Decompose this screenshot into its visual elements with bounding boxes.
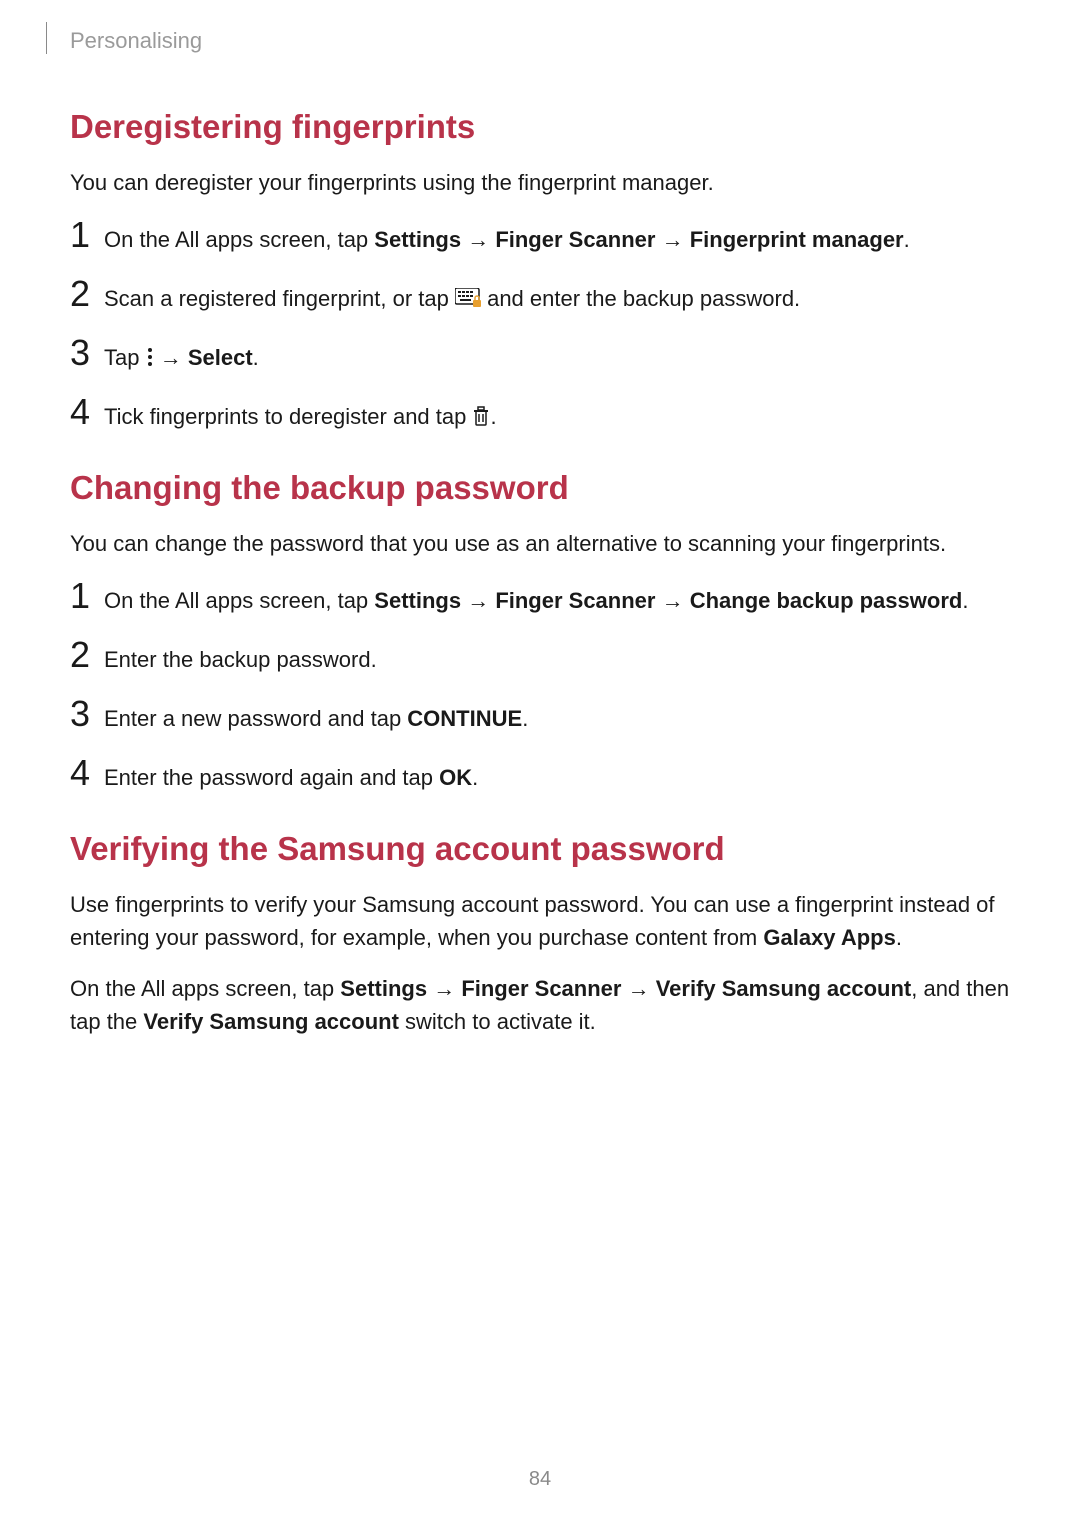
heading-changing-password: Changing the backup password: [70, 469, 1010, 507]
section-deregistering: Deregistering fingerprints You can dereg…: [70, 108, 1010, 433]
text: Enter a new password and tap: [104, 706, 407, 731]
step-number: 2: [70, 637, 104, 673]
text: switch to activate it.: [399, 1009, 596, 1034]
intro-changing-password: You can change the password that you use…: [70, 527, 1010, 560]
paragraph-1: Use fingerprints to verify your Samsung …: [70, 888, 1010, 954]
text: Enter the password again and tap: [104, 765, 439, 790]
breadcrumb-section: Personalising: [70, 28, 1010, 54]
arrow-text: →: [427, 976, 461, 1001]
step-item: 3 Enter a new password and tap CONTINUE.: [70, 696, 1010, 735]
bold-text: Finger Scanner: [461, 976, 621, 1001]
keyboard-lock-icon: [455, 288, 481, 308]
heading-verifying-samsung: Verifying the Samsung account password: [70, 830, 1010, 868]
bold-text: CONTINUE: [407, 706, 522, 731]
step-item: 2 Scan a registered fingerprint, or tap …: [70, 276, 1010, 315]
step-text: Tap → Select.: [104, 339, 259, 374]
text: On the All apps screen, tap: [104, 227, 374, 252]
step-number: 3: [70, 696, 104, 732]
text: and enter the backup password.: [481, 286, 800, 311]
trash-icon: [472, 406, 490, 426]
section-changing-password: Changing the backup password You can cha…: [70, 469, 1010, 794]
text: .: [904, 227, 910, 252]
step-text: On the All apps screen, tap Settings → F…: [104, 221, 910, 256]
step-item: 1 On the All apps screen, tap Settings →…: [70, 217, 1010, 256]
heading-deregistering: Deregistering fingerprints: [70, 108, 1010, 146]
section-verifying-samsung: Verifying the Samsung account password U…: [70, 830, 1010, 1038]
text: .: [522, 706, 528, 731]
text: Scan a registered fingerprint, or tap: [104, 286, 455, 311]
step-item: 1 On the All apps screen, tap Settings →…: [70, 578, 1010, 617]
text: Tap: [104, 345, 146, 370]
more-options-icon: [146, 347, 154, 367]
arrow-text: →: [655, 588, 689, 613]
step-text: Tick fingerprints to deregister and tap …: [104, 398, 497, 433]
bold-text: Finger Scanner: [495, 588, 655, 613]
arrow-text: →: [461, 588, 495, 613]
bold-text: Settings: [374, 227, 461, 252]
step-item: 2 Enter the backup password.: [70, 637, 1010, 676]
bold-text: Fingerprint manager: [690, 227, 904, 252]
text: .: [253, 345, 259, 370]
bold-text: Settings: [374, 588, 461, 613]
arrow-text: →: [655, 227, 689, 252]
arrow-text: →: [461, 227, 495, 252]
step-number: 1: [70, 217, 104, 253]
header-divider: [46, 22, 47, 54]
text: Tick fingerprints to deregister and tap: [104, 404, 472, 429]
bold-text: Verify Samsung account: [143, 1009, 399, 1034]
bold-text: Galaxy Apps: [763, 925, 895, 950]
arrow-text: →: [154, 345, 188, 370]
text: .: [962, 588, 968, 613]
step-item: 4 Enter the password again and tap OK.: [70, 755, 1010, 794]
text: .: [472, 765, 478, 790]
bold-text: Settings: [340, 976, 427, 1001]
step-item: 3 Tap → Select.: [70, 335, 1010, 374]
text: On the All apps screen, tap: [70, 976, 340, 1001]
step-number: 3: [70, 335, 104, 371]
steps-deregistering: 1 On the All apps screen, tap Settings →…: [70, 217, 1010, 433]
step-number: 4: [70, 755, 104, 791]
bold-text: Select: [188, 345, 253, 370]
step-text: On the All apps screen, tap Settings → F…: [104, 582, 968, 617]
text: Enter the backup password.: [104, 647, 377, 672]
intro-deregistering: You can deregister your fingerprints usi…: [70, 166, 1010, 199]
text: .: [490, 404, 496, 429]
text: .: [896, 925, 902, 950]
step-text: Enter a new password and tap CONTINUE.: [104, 700, 528, 735]
arrow-text: →: [621, 976, 655, 1001]
page-content: Personalising Deregistering fingerprints…: [0, 0, 1080, 1038]
steps-changing-password: 1 On the All apps screen, tap Settings →…: [70, 578, 1010, 794]
step-number: 1: [70, 578, 104, 614]
paragraph-2: On the All apps screen, tap Settings → F…: [70, 972, 1010, 1038]
step-item: 4 Tick fingerprints to deregister and ta…: [70, 394, 1010, 433]
step-text: Scan a registered fingerprint, or tap an…: [104, 280, 800, 315]
step-text: Enter the password again and tap OK.: [104, 759, 478, 794]
step-number: 4: [70, 394, 104, 430]
text: On the All apps screen, tap: [104, 588, 374, 613]
bold-text: OK: [439, 765, 472, 790]
step-number: 2: [70, 276, 104, 312]
bold-text: Finger Scanner: [495, 227, 655, 252]
bold-text: Change backup password: [690, 588, 963, 613]
step-text: Enter the backup password.: [104, 641, 377, 676]
page-number: 84: [0, 1468, 1080, 1491]
bold-text: Verify Samsung account: [656, 976, 912, 1001]
